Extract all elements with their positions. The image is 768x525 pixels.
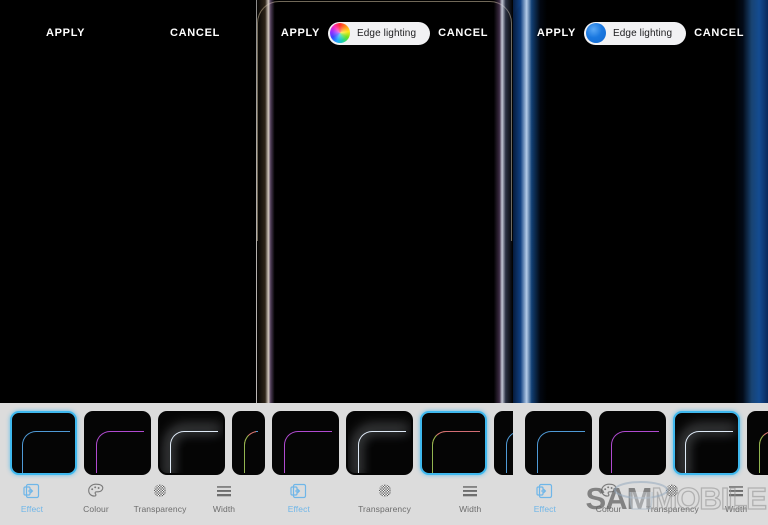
preview-header-plain: APPLY CANCEL [0,18,256,48]
tab-label: Colour [83,504,109,514]
effect-thumb-violet[interactable] [599,411,666,475]
editor-tab-bar: Effect Transparency Width [256,479,513,525]
tab-label: Width [725,504,748,514]
effect-thumb-basic[interactable] [10,411,77,475]
tab-label: Transparency [133,504,187,514]
corner-stroke-icon [170,431,218,473]
effect-editor-bottom-bar: Effect Transparency Width [256,403,513,525]
transparency-icon [662,482,682,500]
effect-editor-bottom-bar: Effect Colour Transparency Width [0,403,256,525]
effect-thumbnail-strip[interactable] [256,407,513,479]
corner-stroke-icon [358,431,406,473]
cancel-button[interactable]: CANCEL [438,27,488,39]
apply-button[interactable]: APPLY [537,27,576,39]
corner-stroke-icon [243,430,256,473]
edge-lighting-preview-rainbow: APPLY Edge lighting CANCEL Effect Transp… [256,0,513,525]
tab-label: Transparency [358,504,411,514]
effect-thumb-violet[interactable] [272,411,339,475]
tab-transparency[interactable]: Transparency [128,482,192,514]
apply-button[interactable]: APPLY [281,27,320,39]
corner-stroke-icon [256,431,258,473]
rainbow-colour-wheel-icon [330,23,350,43]
tab-colour[interactable]: Colour [577,482,641,514]
tab-transparency[interactable]: Transparency [342,482,428,514]
blue-colour-swatch-icon [586,23,606,43]
editor-tab-bar: Effect Colour Transparency Width [0,479,256,525]
effect-icon [22,482,42,500]
effect-thumb-rainbow[interactable] [747,411,768,475]
tab-colour[interactable]: Colour [64,482,128,514]
palette-icon [86,482,106,500]
edge-lighting-pill[interactable]: Edge lighting [584,21,687,45]
tab-label: Colour [595,504,622,514]
effect-editor-bottom-bar: Effect Colour Transparency Width [513,403,768,525]
screenshot-stage: APPLY CANCEL Effect Colour Transparency … [0,0,768,525]
effect-thumb-rainbow[interactable] [232,411,256,475]
effect-thumb-glow[interactable] [158,411,225,475]
corner-stroke-icon [431,430,480,473]
tab-width[interactable]: Width [427,482,513,514]
preview-header-rainbow: APPLY Edge lighting CANCEL [256,18,513,48]
effect-thumb-glow[interactable] [673,411,740,475]
corner-stroke-icon [506,431,513,473]
preview-header-blue: APPLY Edge lighting CANCEL [513,18,768,48]
tab-label: Transparency [645,504,699,514]
corner-stroke-icon [96,431,144,473]
palette-icon [599,482,619,500]
editor-tab-bar: Effect Colour Transparency Width [513,479,768,525]
tab-label: Effect [533,504,556,514]
tab-label: Width [212,504,236,514]
tab-transparency[interactable]: Transparency [641,482,705,514]
edge-lighting-preview-blue: APPLY Edge lighting CANCEL Effect Colour… [513,0,768,525]
corner-stroke-icon [537,431,585,473]
pill-label: Edge lighting [613,27,673,39]
tab-label: Effect [287,504,310,514]
pill-label: Edge lighting [357,27,417,39]
transparency-icon [150,482,170,500]
corner-stroke-icon [284,431,332,473]
effect-icon [535,482,555,500]
corner-stroke-icon [758,430,768,473]
transparency-icon [375,482,395,500]
tab-label: Effect [20,504,44,514]
tab-effect[interactable]: Effect [0,482,64,514]
width-icon [460,482,480,500]
tab-effect[interactable]: Effect [256,482,342,514]
effect-thumbnail-strip[interactable] [513,407,768,479]
apply-button[interactable]: APPLY [46,27,85,39]
tab-effect[interactable]: Effect [513,482,577,514]
tab-width[interactable]: Width [704,482,768,514]
cancel-button[interactable]: CANCEL [170,27,220,39]
width-icon [726,482,746,500]
effect-thumb-basic[interactable] [256,411,265,475]
cancel-button[interactable]: CANCEL [694,27,744,39]
effect-thumb-violet[interactable] [84,411,151,475]
width-icon [214,482,234,500]
effect-icon [289,482,309,500]
corner-stroke-icon [22,431,70,473]
effect-thumb-extra[interactable] [494,411,513,475]
effect-thumb-glow[interactable] [346,411,413,475]
corner-stroke-icon [685,431,733,473]
edge-lighting-preview-plain: APPLY CANCEL Effect Colour Transparency … [0,0,256,525]
tab-label: Width [459,504,482,514]
edge-lighting-pill[interactable]: Edge lighting [328,21,431,45]
effect-thumbnail-strip[interactable] [0,407,256,479]
effect-thumb-basic[interactable] [525,411,592,475]
tab-width[interactable]: Width [192,482,256,514]
effect-thumb-rainbow[interactable] [420,411,487,475]
corner-stroke-icon [611,431,659,473]
